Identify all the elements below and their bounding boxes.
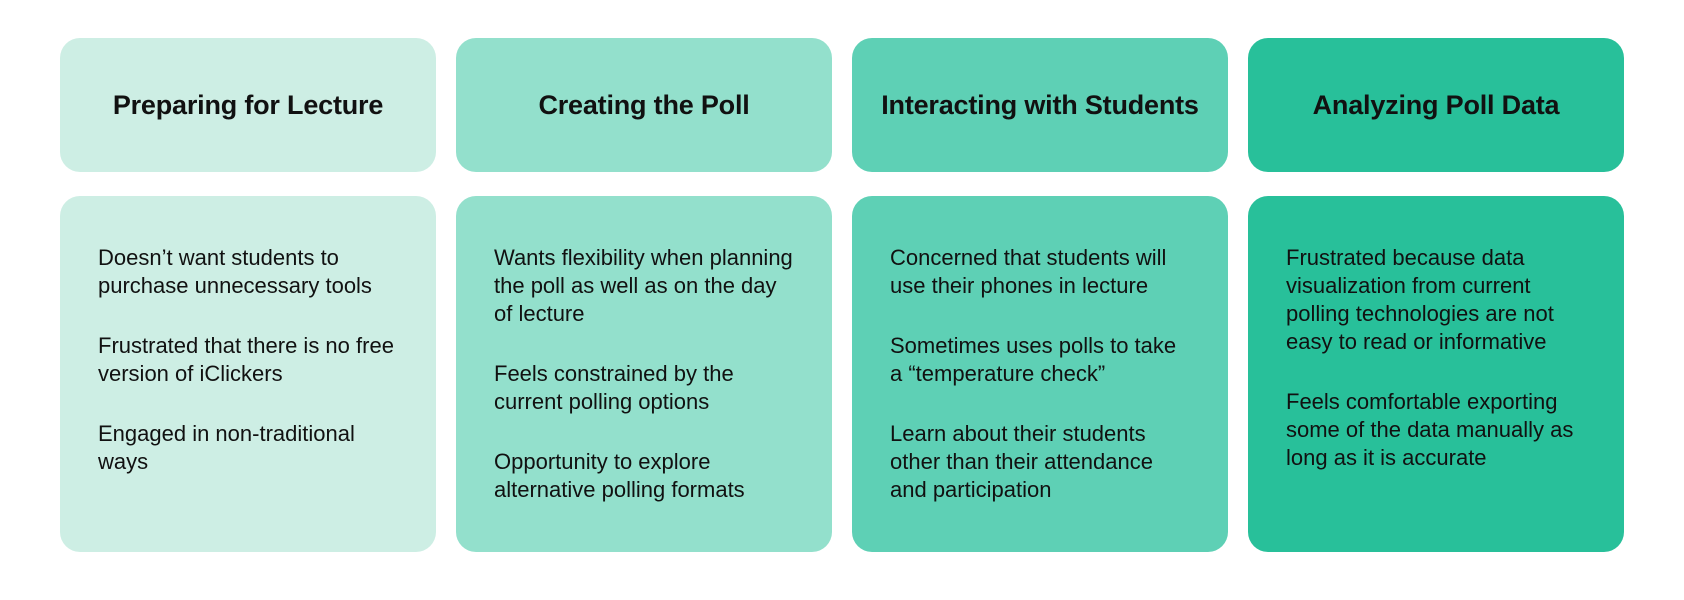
stage-note: Feels constrained by the current polling… [494, 361, 734, 414]
stage-note: Frustrated because data visualization fr… [1286, 245, 1554, 354]
stage-note: Opportunity to explore alternative polli… [494, 449, 745, 502]
stage-header-interacting-with-students: Interacting with Students [852, 38, 1228, 172]
stage-note: Feels comfortable exporting some of the … [1286, 389, 1574, 470]
stage-header-creating-the-poll: Creating the Poll [456, 38, 832, 172]
stage-note: Concerned that students will use their p… [890, 245, 1167, 298]
stage-title: Preparing for Lecture [112, 89, 384, 120]
stage-note: Doesn’t want students to purchase unnece… [98, 245, 372, 298]
stage-notes-preparing-for-lecture: Doesn’t want students to purchase unnece… [60, 196, 436, 552]
stage-notes-analyzing-poll-data: Frustrated because data visualization fr… [1248, 196, 1624, 552]
stage-note: Wants flexibility when planning the poll… [494, 245, 793, 326]
journey-board: Preparing for Lecture Creating the Poll … [60, 38, 1624, 558]
stage-title: Interacting with Students [881, 89, 1199, 120]
stage-title: Analyzing Poll Data [1312, 89, 1560, 120]
stage-header-preparing-for-lecture: Preparing for Lecture [60, 38, 436, 172]
stage-header-analyzing-poll-data: Analyzing Poll Data [1248, 38, 1624, 172]
stage-note: Sometimes uses polls to take a “temperat… [890, 333, 1177, 386]
stage-note: Engaged in non-traditional ways [98, 421, 355, 474]
stage-notes-interacting-with-students: Concerned that students will use their p… [852, 196, 1228, 552]
stage-title: Creating the Poll [538, 89, 750, 120]
stage-notes-creating-the-poll: Wants flexibility when planning the poll… [456, 196, 832, 552]
stage-note: Frustrated that there is no free version… [98, 333, 394, 386]
stage-note: Learn about their students other than th… [890, 421, 1153, 502]
